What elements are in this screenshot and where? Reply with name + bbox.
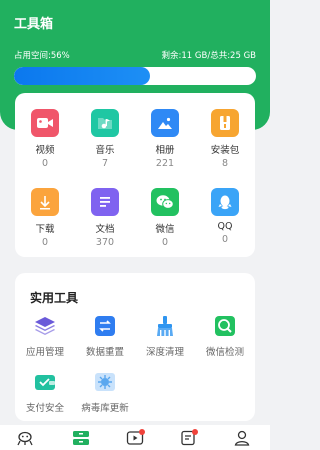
document-icon: [91, 188, 119, 216]
file-category-count: 8: [221, 158, 229, 169]
tool-data-reset[interactable]: 数据重置: [75, 314, 135, 358]
package-icon: [211, 109, 239, 137]
file-category-name: 文档: [95, 224, 115, 235]
tool-app-management[interactable]: 应用管理: [15, 314, 75, 358]
nav-profile[interactable]: [232, 428, 252, 448]
file-category-name: 下载: [35, 224, 55, 235]
wechat-icon: [151, 188, 179, 216]
file-category-name: 视频: [35, 145, 55, 156]
sync-icon: [93, 314, 117, 338]
file-category-count: 0: [41, 158, 49, 169]
file-category-package[interactable]: 安装包 8: [195, 109, 255, 169]
storage-progress-fill: [14, 67, 150, 85]
file-category-name: 音乐: [95, 145, 115, 156]
file-category-photo[interactable]: 相册 221: [135, 109, 195, 169]
tools-section-title: 实用工具: [30, 291, 79, 305]
virus-update-icon: [93, 370, 117, 394]
qq-icon: [211, 188, 239, 216]
tool-deep-clean[interactable]: 深度清理: [135, 314, 195, 358]
user-icon: [234, 430, 250, 446]
notification-badge: [139, 429, 145, 435]
nav-alien[interactable]: [15, 428, 35, 448]
storage-total-label: 剩余:11 GB/总共:25 GB: [161, 51, 256, 61]
video-icon: [31, 109, 59, 137]
file-category-download[interactable]: 下载 0: [15, 188, 75, 248]
tool-payment-security[interactable]: 支付安全: [15, 370, 75, 414]
toolbox-icon: [73, 431, 89, 445]
tool-name: 支付安全: [25, 403, 64, 414]
tool-virus-update[interactable]: 病毒库更新: [75, 370, 135, 414]
nav-video[interactable]: [125, 428, 145, 448]
tool-name: 微信检测: [205, 347, 244, 358]
notification-badge: [192, 429, 198, 435]
file-category-name: 相册: [155, 145, 175, 156]
file-category-music[interactable]: 音乐 7: [75, 109, 135, 169]
file-category-video[interactable]: 视频 0: [15, 109, 75, 169]
file-categories-card: 视频 0 音乐 7 相册 221 安装包 8 下载 0 文档 370 微信 0 …: [15, 93, 255, 257]
tool-name: 病毒库更新: [81, 403, 129, 414]
music-icon: [91, 109, 119, 137]
layers-icon: [33, 314, 57, 338]
file-category-name: 安装包: [210, 145, 240, 156]
file-category-qq[interactable]: QQ 0: [195, 188, 255, 245]
download-icon: [31, 188, 59, 216]
nav-toolbox[interactable]: [71, 428, 91, 448]
file-category-count: 0: [161, 237, 169, 248]
storage-used-label: 占用空间:56%: [14, 51, 70, 61]
bottom-navigation: [0, 425, 270, 450]
file-category-wechat[interactable]: 微信 0: [135, 188, 195, 248]
file-category-count: 0: [41, 237, 49, 248]
file-category-count: 221: [155, 158, 175, 169]
tool-wechat-scan[interactable]: 微信检测: [195, 314, 255, 358]
tool-name: 数据重置: [85, 347, 124, 358]
tool-name: 深度清理: [145, 347, 184, 358]
file-category-document[interactable]: 文档 370: [75, 188, 135, 248]
tool-name: 应用管理: [25, 347, 64, 358]
nav-notes[interactable]: [178, 428, 198, 448]
file-category-count: 370: [95, 237, 115, 248]
brush-icon: [153, 314, 177, 338]
page-title: 工具箱: [14, 17, 54, 32]
tools-card: 实用工具 应用管理 数据重置 深度清理 微信检测 支付安全 病毒库更新: [15, 273, 255, 421]
alien-icon: [17, 431, 33, 446]
wechat-scan-icon: [213, 314, 237, 338]
storage-progress-bar: [14, 67, 256, 85]
file-category-count: 7: [101, 158, 109, 169]
file-category-name: QQ: [217, 221, 233, 232]
wallet-shield-icon: [33, 370, 57, 394]
photo-icon: [151, 109, 179, 137]
file-category-name: 微信: [155, 224, 175, 235]
file-category-count: 0: [221, 234, 229, 245]
